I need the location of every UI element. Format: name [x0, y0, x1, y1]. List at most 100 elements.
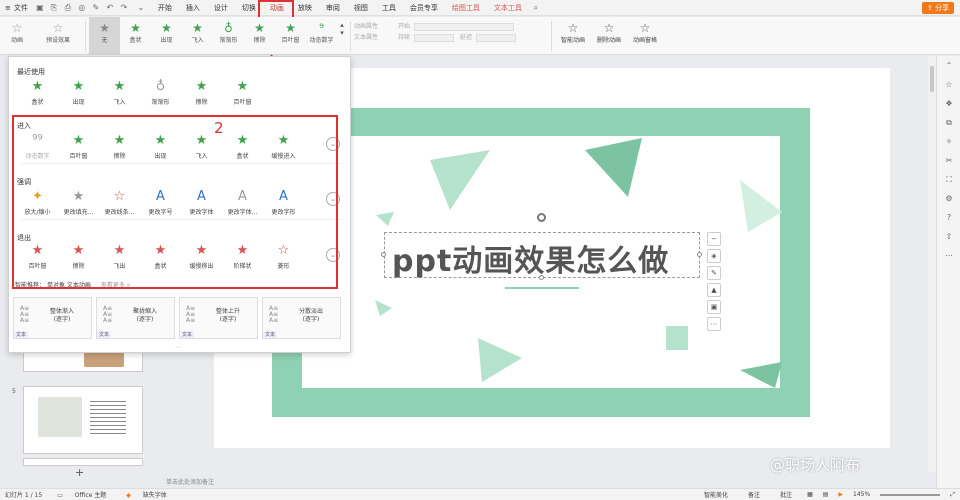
menu-tab-5[interactable]: 放映 [291, 0, 319, 16]
recent-item-0[interactable]: ★ 盒状 [17, 79, 58, 106]
search-icon[interactable]: ⌕ [531, 3, 541, 13]
view-normal-icon[interactable]: ▦ [807, 491, 813, 498]
file-menu[interactable]: ≡ 文件 [0, 3, 33, 13]
sidebar-shapes-icon[interactable]: ❖ [937, 94, 960, 113]
resize-handle-left[interactable] [381, 252, 386, 257]
text-animation-icon: A≡ A≡ A≡ [20, 305, 30, 324]
print-icon[interactable]: ⎙ [63, 3, 73, 13]
gallery-item-4[interactable]: ♁ 渐渐形 [213, 17, 244, 55]
recommend-card-1[interactable]: A≡ A≡ A≡ 聚拢缩入 (逐字) 文本 [96, 297, 175, 339]
save-icon[interactable]: ▣ [35, 3, 45, 13]
sidebar-tool-icon[interactable]: ✂ [937, 151, 960, 170]
zoom-level[interactable]: 145% [853, 491, 870, 498]
resize-handle-bottom[interactable] [539, 275, 544, 280]
gallery-scroll[interactable]: ▴ ▾ [337, 17, 347, 55]
play-icon[interactable]: ▶ [838, 491, 843, 498]
gallery-item-3[interactable]: ★ 飞入 [182, 17, 213, 55]
recent-item-4[interactable]: ★ 擦除 [181, 79, 222, 106]
start-option[interactable]: 开始 [398, 21, 548, 32]
menu-tab-8[interactable]: 工具 [375, 0, 403, 16]
fill-icon[interactable]: ▲ [707, 283, 721, 297]
preview-button[interactable]: ☆ 动画 [0, 17, 34, 55]
text-props-option[interactable]: 文本属性 [354, 32, 398, 43]
smart-animation-button[interactable]: ☆ 智能动画 [561, 17, 585, 44]
sidebar-settings-icon[interactable]: ⚙ [937, 189, 960, 208]
preview-icon[interactable]: ◎ [77, 3, 87, 13]
floating-toolbar: − ◈ ✎ ▲ ▣ ⋯ [707, 232, 721, 331]
collapse-icon[interactable]: − [707, 232, 721, 246]
menu-tab-10[interactable]: 绘图工具 [445, 0, 487, 16]
menu-tab-6[interactable]: 审阅 [319, 0, 347, 16]
notes-placeholder: 单击此处添加备注 [166, 479, 215, 486]
recommend-card-0[interactable]: A≡ A≡ A≡ 整体渐入 (逐字) 文本 [13, 297, 92, 339]
fit-icon[interactable]: ⤢ [950, 491, 955, 499]
gallery-item-0[interactable]: ★ 无 [89, 17, 120, 55]
export-icon[interactable]: ⎘ [49, 3, 59, 13]
gallery-item-7[interactable]: ⁹ 动态数字 [306, 17, 337, 55]
zoom-slider[interactable] [880, 493, 941, 496]
menu-tab-0[interactable]: 开始 [151, 0, 179, 16]
delete-animation-button[interactable]: ☆ 删除动画 [597, 17, 621, 44]
star-icon: ★ [99, 21, 110, 35]
notes-toggle[interactable]: 备注 [743, 490, 765, 499]
view-sorter-icon[interactable]: ▤ [823, 491, 829, 498]
panel-resize-grip[interactable]: ⋯ [175, 344, 181, 351]
recommend-card-tag: 文本 [97, 331, 112, 338]
recent-item-1[interactable]: ★ 出现 [58, 79, 99, 106]
vertical-scrollbar[interactable] [928, 56, 936, 472]
slide-thumbnail-6[interactable] [23, 458, 143, 466]
pen-icon[interactable]: ✎ [707, 266, 721, 280]
scroll-thumb[interactable] [930, 66, 934, 92]
menu-tab-9[interactable]: 会员专享 [403, 0, 445, 16]
delay-input[interactable] [476, 33, 517, 42]
comments-toggle[interactable]: 批注 [775, 490, 797, 499]
sidebar-transform-icon[interactable]: ⛶ [937, 170, 960, 189]
anim-props-option[interactable]: 动画属性 [354, 21, 398, 32]
annotation-box-gallery [12, 115, 338, 289]
rotate-handle[interactable] [537, 213, 546, 222]
ribbon-divider-3 [551, 21, 552, 51]
recent-item-3[interactable]: ♁ 渐渐形 [140, 79, 181, 106]
add-slide-icon[interactable]: + [75, 466, 84, 479]
gallery-item-5[interactable]: ★ 擦除 [244, 17, 275, 55]
sidebar-share-icon[interactable]: ⇧ [937, 227, 960, 246]
sidebar-star-icon[interactable]: ☆ [937, 75, 960, 94]
more-options-icon[interactable]: ⋯ [707, 317, 721, 331]
sidebar-more-icon[interactable]: ⋯ [937, 246, 960, 265]
duration-input[interactable] [414, 33, 455, 42]
menu-tab-7[interactable]: 视图 [347, 0, 375, 16]
animation-effect-icon: ★ [113, 79, 126, 94]
menu-tab-11[interactable]: 文本工具 [487, 0, 529, 16]
text-animation-icon: A≡ A≡ A≡ [269, 305, 279, 324]
format-painter-icon[interactable]: ✎ [91, 3, 101, 13]
recommend-card-3[interactable]: A≡ A≡ A≡ 分散淡出 (逐字) 文本 [262, 297, 341, 339]
missing-font-info[interactable]: ◆ 缺失字体 [121, 490, 172, 499]
animation-pane-button[interactable]: ☆ 动画窗格 [633, 17, 657, 44]
smart-beautify-button[interactable]: 智能美化 [699, 490, 733, 499]
gallery-item-1[interactable]: ★ 盒状 [120, 17, 151, 55]
sidebar-copy-icon[interactable]: ⧉ [937, 113, 960, 132]
theme-info[interactable]: ▭ Office 主题 [52, 490, 111, 499]
share-button[interactable]: ⇪ 分享 [921, 2, 954, 14]
frame-icon[interactable]: ▣ [707, 300, 721, 314]
gallery-item-2[interactable]: ★ 出现 [151, 17, 182, 55]
recent-item-2[interactable]: ★ 飞入 [99, 79, 140, 106]
sidebar-magic-icon[interactable]: ✧ [937, 132, 960, 151]
preset-button[interactable]: ☆ 预设效果 [34, 17, 82, 55]
resize-handle-right[interactable] [697, 252, 702, 257]
redo-icon[interactable]: ↷ [119, 3, 129, 13]
menu-tab-2[interactable]: 设计 [207, 0, 235, 16]
recommend-card-2[interactable]: A≡ A≡ A≡ 整体上升 (逐字) 文本 [179, 297, 258, 339]
undo-icon[interactable]: ↶ [105, 3, 115, 13]
more-icon[interactable]: ⌄ [133, 3, 149, 13]
sidebar-help-icon[interactable]: ? [937, 208, 960, 227]
duration-option[interactable]: 持续 延迟 [398, 32, 548, 43]
gallery-item-6[interactable]: ★ 百叶窗 [275, 17, 306, 55]
slide-title[interactable]: ppt动画效果怎么做 [392, 236, 669, 280]
recent-item-5[interactable]: ★ 百叶窗 [222, 79, 263, 106]
slide-thumbnail-5[interactable] [23, 386, 143, 454]
menu-tab-1[interactable]: 插入 [179, 0, 207, 16]
start-select[interactable] [414, 22, 515, 31]
layers-icon[interactable]: ◈ [707, 249, 721, 263]
collapse-sidebar-icon[interactable]: ⌃ [937, 56, 960, 75]
